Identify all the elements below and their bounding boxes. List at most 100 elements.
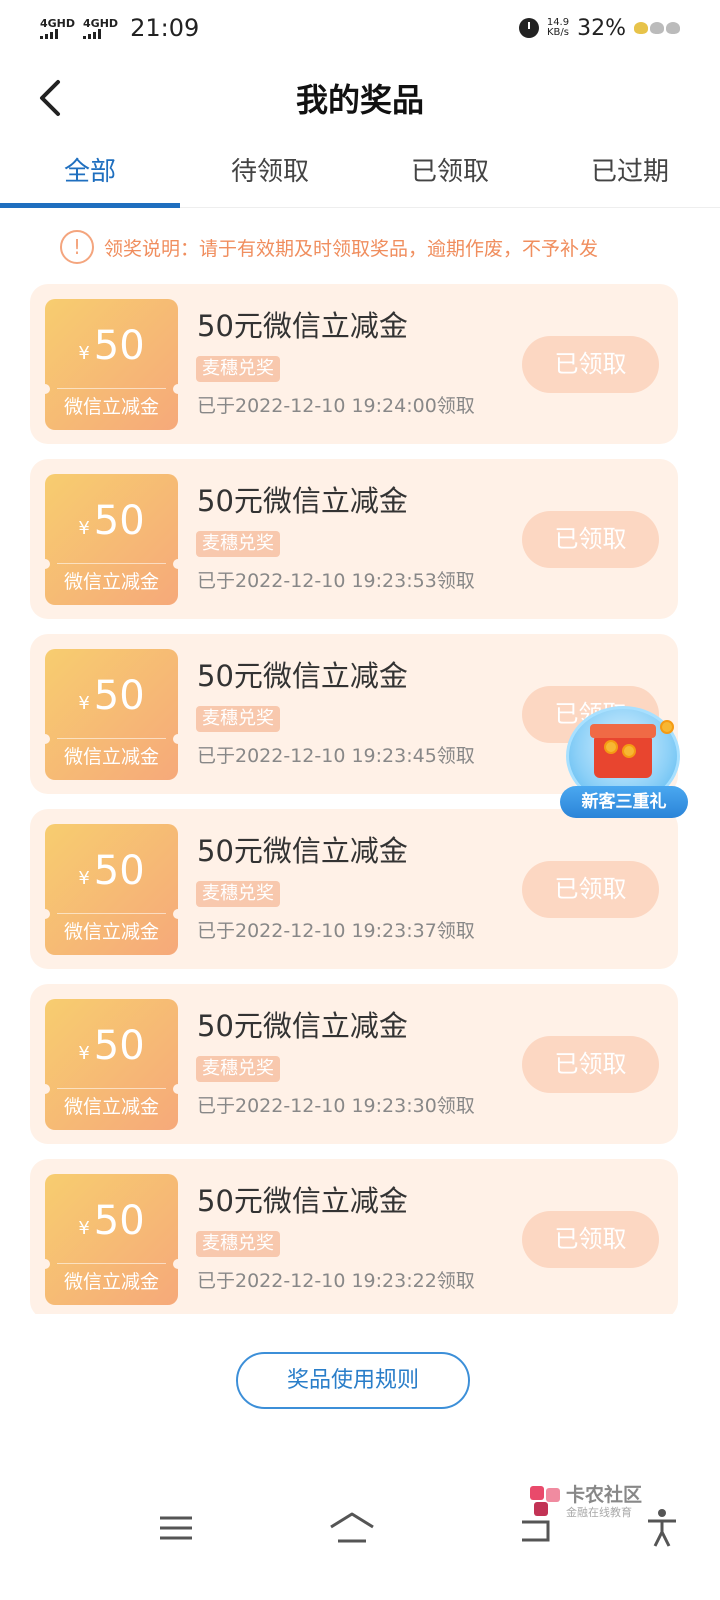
coupon-badge: ¥50 微信立减金: [40, 299, 183, 430]
coupon-badge: ¥50 微信立减金: [40, 649, 183, 780]
amount-value: 50: [93, 1198, 145, 1244]
coupon-divider: [57, 1088, 166, 1089]
claimed-button[interactable]: 已领取: [522, 1036, 659, 1093]
back-button[interactable]: [22, 70, 78, 126]
amount-value: 50: [93, 673, 145, 719]
tab-all[interactable]: 全部: [0, 140, 180, 208]
chevron-left-icon: [40, 80, 60, 116]
prize-card: ¥50 微信立减金 50元微信立减金 麦穗兑奖 已于2022-12-10 19:…: [30, 1159, 678, 1314]
signal-sim1-icon: 4GHD: [40, 18, 75, 39]
amount-value: 50: [93, 1023, 145, 1069]
sim1-label: 4GHD: [40, 16, 76, 30]
prize-source-tag: 麦穗兑奖: [196, 1231, 280, 1257]
currency-symbol: ¥: [78, 343, 90, 364]
prize-rules-button[interactable]: 奖品使用规则: [236, 1352, 470, 1409]
coupon-amount: ¥50: [45, 1021, 178, 1079]
amount-value: 50: [93, 498, 145, 544]
back-nav-button[interactable]: [508, 1504, 568, 1552]
prize-source-tag: 麦穗兑奖: [196, 706, 280, 732]
prize-title: 50元微信立减金: [197, 834, 408, 868]
prize-title: 50元微信立减金: [197, 659, 408, 693]
claim-notice: ! 领奖说明：请于有效期及时领取奖品，逾期作废，不予补发: [60, 226, 660, 268]
network-speed-unit: KB/s: [546, 27, 569, 38]
prize-title: 50元微信立减金: [197, 309, 408, 343]
new-customer-promo-button[interactable]: 新客三重礼: [560, 700, 688, 822]
currency-symbol: ¥: [78, 868, 90, 889]
claim-time: 已于2022-12-10 19:23:45领取: [197, 745, 475, 767]
claimed-button[interactable]: 已领取: [522, 511, 659, 568]
red-gift-box-icon: [590, 724, 656, 778]
accessibility-icon: [648, 1509, 676, 1547]
home-icon: [330, 1512, 374, 1543]
prize-card: ¥50 微信立减金 50元微信立减金 麦穗兑奖 已于2022-12-10 19:…: [30, 984, 678, 1144]
network-speed: 14.9 KB/s: [547, 18, 569, 38]
coin-icon: [622, 744, 636, 758]
home-button[interactable]: [322, 1504, 382, 1552]
system-navbar: [0, 1496, 720, 1560]
claim-time: 已于2022-12-10 19:23:37领取: [197, 920, 475, 942]
prize-card: ¥50 微信立减金 50元微信立减金 麦穗兑奖 已于2022-12-10 19:…: [30, 809, 678, 969]
coupon-amount: ¥50: [45, 671, 178, 729]
coin-icon: [604, 740, 618, 754]
currency-symbol: ¥: [78, 693, 90, 714]
amount-value: 50: [93, 848, 145, 894]
alarm-icon: [518, 18, 539, 38]
page-title: 我的奖品: [295, 81, 424, 119]
claim-time: 已于2022-12-10 19:23:22领取: [197, 1270, 475, 1292]
claim-time: 已于2022-12-10 19:24:00领取: [197, 395, 475, 417]
coupon-divider: [57, 388, 166, 389]
header: 我的奖品: [0, 60, 720, 136]
signal-sim2-icon: 4GHD: [83, 18, 118, 39]
amount-value: 50: [93, 323, 145, 369]
coupon-divider: [57, 738, 166, 739]
currency-symbol: ¥: [78, 1218, 90, 1239]
prize-card: ¥50 微信立减金 50元微信立减金 麦穗兑奖 已于2022-12-10 19:…: [30, 459, 678, 619]
coupon-badge: ¥50 微信立减金: [40, 824, 183, 955]
coupon-badge: ¥50 微信立减金: [40, 474, 183, 605]
tab-expired[interactable]: 已过期: [540, 140, 720, 207]
status-time: 21:09: [130, 14, 200, 42]
notice-text: 领奖说明：请于有效期及时领取奖品，逾期作废，不予补发: [104, 237, 599, 260]
coupon-amount: ¥50: [45, 496, 178, 554]
claim-time: 已于2022-12-10 19:23:30领取: [197, 1095, 475, 1117]
coupon-label: 微信立减金: [63, 1096, 159, 1118]
currency-symbol: ¥: [78, 1043, 90, 1064]
prize-source-tag: 麦穗兑奖: [196, 531, 280, 557]
tab-bar: 全部 待领取 已领取 已过期: [0, 140, 720, 208]
promo-label: 新客三重礼: [560, 786, 688, 818]
coin-icon: [660, 720, 674, 734]
claimed-button[interactable]: 已领取: [522, 1211, 659, 1268]
sim2-label: 4GHD: [83, 16, 119, 30]
claimed-button[interactable]: 已领取: [522, 336, 659, 393]
notification-icons: [634, 22, 680, 34]
currency-symbol: ¥: [78, 518, 90, 539]
coupon-label: 微信立减金: [63, 396, 159, 418]
coupon-amount: ¥50: [45, 846, 178, 904]
tab-pending[interactable]: 待领取: [180, 140, 360, 207]
menu-button[interactable]: [146, 1504, 206, 1552]
status-bar: 4GHD 4GHD 21:09 14.9 KB/s 32%: [0, 0, 720, 56]
claim-time: 已于2022-12-10 19:23:53领取: [197, 570, 475, 592]
prize-card: ¥50 微信立减金 50元微信立减金 麦穗兑奖 已于2022-12-10 19:…: [30, 284, 678, 444]
accessibility-button[interactable]: [632, 1504, 692, 1552]
prize-title: 50元微信立减金: [197, 1009, 408, 1043]
coupon-divider: [57, 563, 166, 564]
coupon-label: 微信立减金: [63, 571, 159, 593]
prize-title: 50元微信立减金: [197, 1184, 408, 1218]
coupon-divider: [57, 913, 166, 914]
coupon-label: 微信立减金: [63, 921, 159, 943]
coupon-badge: ¥50 微信立减金: [40, 1174, 183, 1305]
prize-title: 50元微信立减金: [197, 484, 408, 518]
coupon-badge: ¥50 微信立减金: [40, 999, 183, 1130]
menu-icon: [160, 1516, 192, 1540]
prize-source-tag: 麦穗兑奖: [196, 356, 280, 382]
exclamation-circle-icon: !: [60, 230, 94, 264]
tab-claimed[interactable]: 已领取: [360, 140, 540, 207]
coupon-label: 微信立减金: [63, 1271, 159, 1293]
prize-source-tag: 麦穗兑奖: [196, 1056, 280, 1082]
back-arrow-icon: [522, 1520, 550, 1542]
battery-percent: 32%: [577, 15, 626, 41]
coupon-amount: ¥50: [45, 1196, 178, 1254]
claimed-button[interactable]: 已领取: [522, 861, 659, 918]
coupon-amount: ¥50: [45, 321, 178, 379]
